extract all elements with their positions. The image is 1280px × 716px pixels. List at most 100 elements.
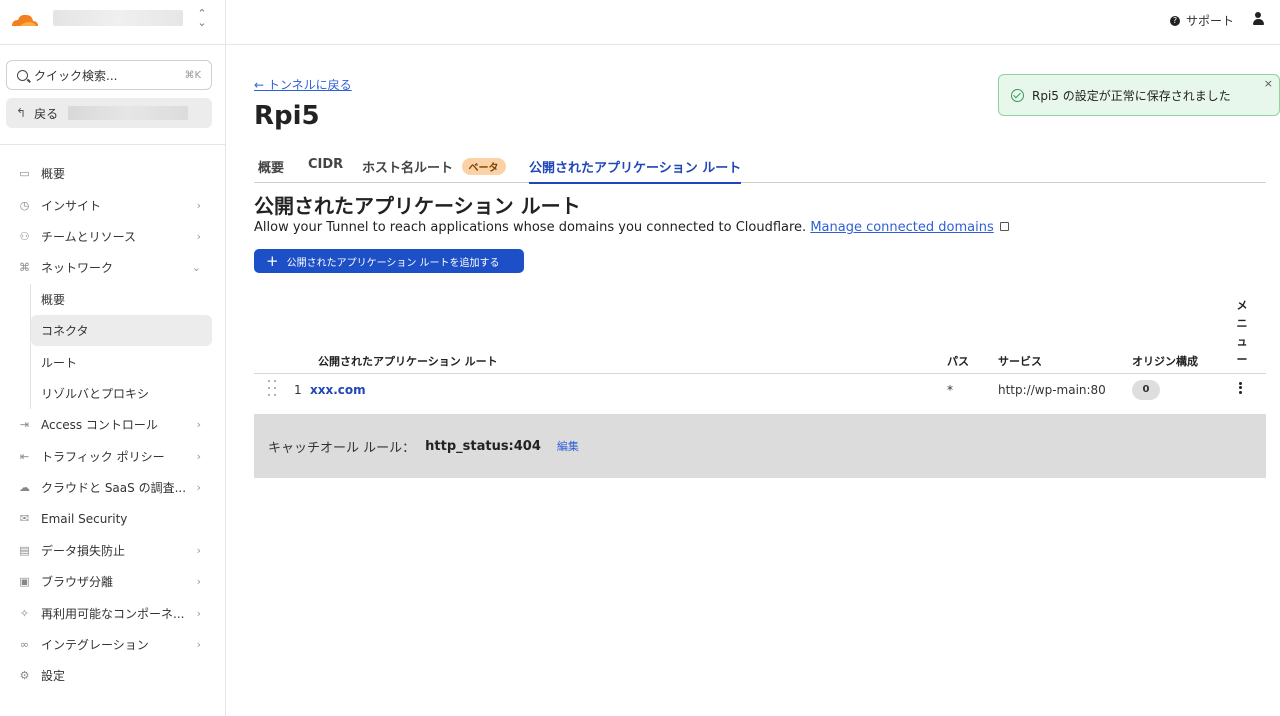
tab-cidr[interactable]: CIDR <box>308 157 343 172</box>
email-icon: ✉ <box>19 512 30 526</box>
cloudflare-logo-icon[interactable] <box>6 10 40 30</box>
sidebar-item-label: コネクタ <box>41 324 89 339</box>
back-to-tunnels-link[interactable]: ← トンネルに戻る <box>254 76 352 93</box>
tab-bar: 概要 CIDR ホスト名ルート ベータ 公開されたアプリケーション ルート <box>254 153 1266 184</box>
sidebar-item-label: リゾルバとプロキシ <box>41 386 150 401</box>
traffic-icon: ⇤ <box>19 449 30 463</box>
window-icon: ▭ <box>19 167 30 181</box>
sidebar-item-dlp[interactable]: ▤ データ損失防止 › <box>0 535 225 566</box>
people-icon: ⚇ <box>19 229 30 243</box>
chevron-right-icon: › <box>196 418 201 432</box>
row-number: 1 <box>294 383 302 397</box>
search-shortcut: ⌘K <box>184 69 201 81</box>
link-icon: ∞ <box>19 638 30 652</box>
search-placeholder: クイック検索... <box>34 68 118 83</box>
sidebar-nav: ▭ 概要 ◷ インサイト › ⚇ チームとリソース › ⌘ ネットワーク ⌄ 概… <box>0 158 225 692</box>
account-header: ⌃ ⌄ <box>0 0 225 45</box>
catchall-rule-row: キャッチオール ルール： http_status:404 編集 <box>254 414 1266 478</box>
network-submenu: 概要 コネクタ ルート リゾルバとプロキシ <box>0 283 225 410</box>
tab-overview[interactable]: 概要 <box>258 157 284 176</box>
menu-header-char: ー <box>1236 353 1248 366</box>
section-description: Allow your Tunnel to reach applications … <box>254 220 1009 235</box>
sidebar-item-settings[interactable]: ⚙ 設定 <box>0 660 225 691</box>
account-switch-icon[interactable]: ⌃ ⌄ <box>197 8 207 28</box>
browser-icon: ▣ <box>19 575 30 589</box>
sidebar-subitem-connectors[interactable]: コネクタ <box>31 314 212 347</box>
menu-header-char: ュ <box>1236 335 1248 348</box>
chevron-right-icon: › <box>196 229 201 243</box>
gear-icon: ⚙ <box>19 669 30 683</box>
col-header-path: パス <box>947 355 969 368</box>
back-target-redacted <box>68 106 189 120</box>
catchall-value: http_status:404 <box>425 438 541 454</box>
sidebar: ⌃ ⌄ クイック検索... ⌘K ↰ 戻る ▭ 概要 ◷ インサイト › ⚇ チー… <box>0 0 226 716</box>
sidebar-subitem-resolvers-proxies[interactable]: リゾルバとプロキシ <box>0 378 225 409</box>
menu-header-char: メ <box>1236 299 1248 312</box>
chevron-right-icon: › <box>196 449 201 463</box>
sidebar-item-label: チームとリソース <box>41 229 137 244</box>
sidebar-item-label: Access コントロール <box>41 418 158 433</box>
search-icon <box>17 69 28 81</box>
success-toast: Rpi5 の設定が正常に保存されました × <box>998 74 1280 116</box>
tab-published-app-routes[interactable]: 公開されたアプリケーション ルート <box>529 157 742 184</box>
account-name-redacted[interactable] <box>53 10 183 26</box>
sidebar-item-network[interactable]: ⌘ ネットワーク ⌄ <box>0 252 225 283</box>
catchall-edit-link[interactable]: 編集 <box>557 438 579 454</box>
sidebar-item-label: Email Security <box>41 511 128 526</box>
back-arrow-icon: ↰ <box>16 106 27 120</box>
sidebar-item-traffic-policies[interactable]: ⇤ トラフィック ポリシー › <box>0 441 225 472</box>
chevron-right-icon: › <box>196 575 201 589</box>
sidebar-item-cloud-saas[interactable]: ☁ クラウドと SaaS の調査... › <box>0 472 225 503</box>
support-button[interactable]: ? サポート <box>1169 12 1234 29</box>
route-hostname-link[interactable]: xxx.com <box>310 383 366 397</box>
sidebar-item-label: ブラウザ分離 <box>41 575 114 590</box>
document-icon: ▤ <box>19 543 30 557</box>
cloud-icon: ☁ <box>19 481 30 495</box>
menu-header-char: ニ <box>1236 317 1248 330</box>
user-icon[interactable] <box>1252 12 1264 26</box>
col-header-service: サービス <box>998 355 1042 368</box>
page-title: Rpi5 <box>254 101 320 131</box>
route-path: * <box>947 383 953 397</box>
sidebar-item-browser-isolation[interactable]: ▣ ブラウザ分離 › <box>0 566 225 597</box>
clock-icon: ◷ <box>19 198 30 212</box>
sidebar-item-integrations[interactable]: ∞ インテグレーション › <box>0 629 225 660</box>
chevron-right-icon: › <box>196 481 201 495</box>
manage-domains-link[interactable]: Manage connected domains <box>810 220 993 235</box>
chevron-right-icon: › <box>196 606 201 620</box>
sidebar-subitem-routes[interactable]: ルート <box>0 346 225 377</box>
quick-search-input[interactable]: クイック検索... ⌘K <box>6 60 212 90</box>
login-icon: ⇥ <box>19 418 30 432</box>
route-service: http://wp-main:80 <box>998 383 1106 397</box>
top-bar: ? サポート <box>226 0 1280 45</box>
beta-badge: ベータ <box>461 158 506 175</box>
sidebar-item-access-controls[interactable]: ⇥ Access コントロール › <box>0 409 225 440</box>
close-icon[interactable]: × <box>1264 77 1273 90</box>
sidebar-item-email-security[interactable]: ✉ Email Security <box>0 503 225 534</box>
sidebar-item-label: 再利用可能なコンポーネ... <box>41 606 185 621</box>
toast-message: Rpi5 の設定が正常に保存されました <box>1032 88 1231 103</box>
sidebar-item-label: ルート <box>41 355 78 370</box>
origin-config-count-badge: 0 <box>1132 380 1160 400</box>
sidebar-item-overview[interactable]: ▭ 概要 <box>0 158 225 189</box>
chevron-right-icon: › <box>196 638 201 652</box>
sidebar-item-label: トラフィック ポリシー <box>41 449 165 464</box>
col-header-origin: オリジン構成 <box>1132 355 1198 368</box>
row-menu-kebab-icon[interactable] <box>1235 380 1245 398</box>
sidebar-item-teams-resources[interactable]: ⚇ チームとリソース › <box>0 221 225 252</box>
add-button-label: 公開されたアプリケーション ルートを追加する <box>286 257 500 269</box>
sidebar-item-insights[interactable]: ◷ インサイト › <box>0 189 225 220</box>
tab-hostname-routes[interactable]: ホスト名ルート ベータ <box>362 157 506 176</box>
chevron-down-icon: ⌄ <box>191 261 201 275</box>
sidebar-item-label: 概要 <box>41 292 66 307</box>
sidebar-item-reusable-components[interactable]: ✧ 再利用可能なコンポーネ... › <box>0 597 225 628</box>
support-label: サポート <box>1185 14 1234 28</box>
back-button[interactable]: ↰ 戻る <box>6 98 212 128</box>
drag-handle-icon[interactable] <box>268 380 278 400</box>
sidebar-subitem-overview[interactable]: 概要 <box>0 284 225 315</box>
sidebar-divider <box>0 144 225 145</box>
puzzle-icon: ✧ <box>19 606 30 620</box>
sidebar-item-label: ネットワーク <box>41 261 114 276</box>
network-icon: ⌘ <box>19 261 30 275</box>
add-published-route-button[interactable]: + 公開されたアプリケーション ルートを追加する <box>254 249 524 273</box>
